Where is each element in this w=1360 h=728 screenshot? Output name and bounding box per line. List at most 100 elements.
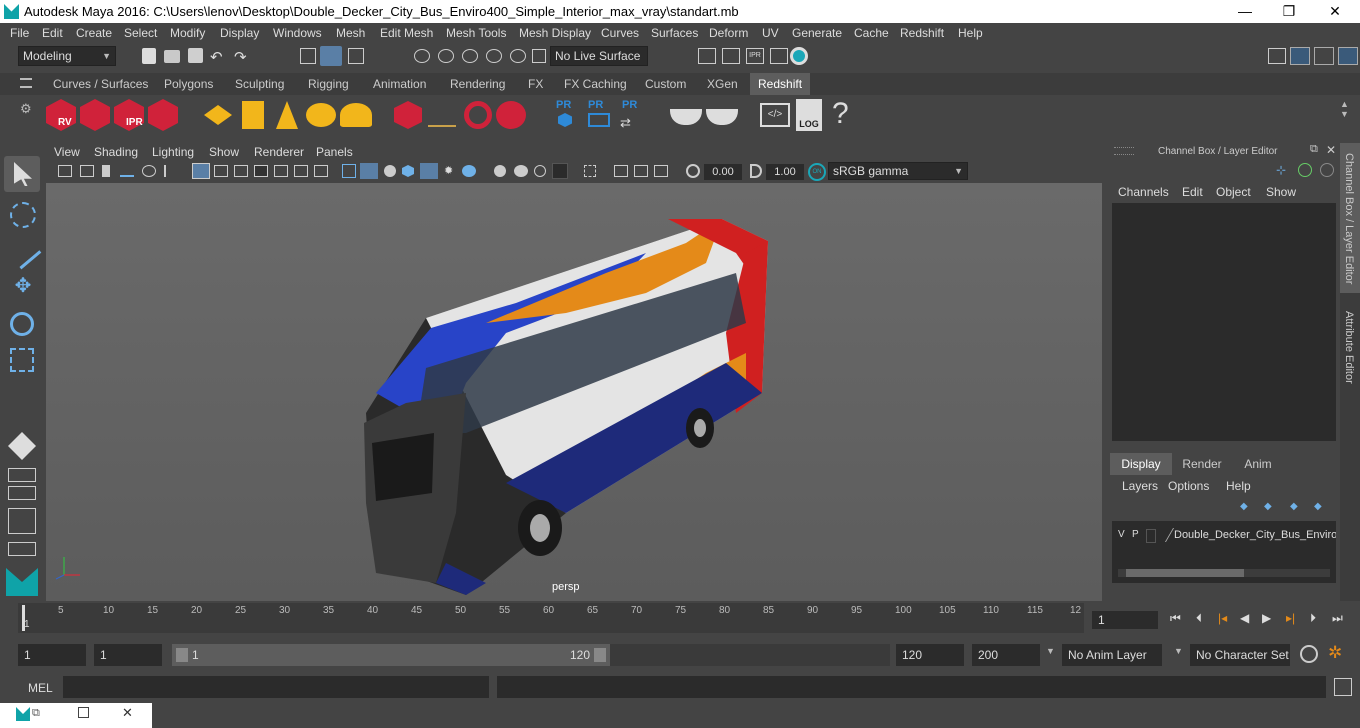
redshift-hair-icon[interactable]	[428, 109, 456, 127]
menu-display[interactable]: Display	[220, 26, 259, 40]
layer-menu-options[interactable]: Options	[1168, 479, 1209, 493]
toggle-channel-box-icon[interactable]	[1338, 47, 1358, 65]
redshift-portal-light-icon[interactable]	[242, 101, 264, 129]
select-tool-button[interactable]	[4, 156, 40, 192]
playback-end-field[interactable]: 120	[896, 644, 964, 666]
live-surface-field[interactable]: No Live Surface	[550, 46, 648, 66]
side-tab-channel-box[interactable]: Channel Box / Layer Editor	[1340, 143, 1360, 293]
manipulator-icon[interactable]: ⊹	[1276, 163, 1290, 177]
undo-icon[interactable]: ↶	[210, 48, 223, 66]
shadows-icon[interactable]: ✹	[444, 165, 456, 177]
redshift-dome-light-icon[interactable]	[306, 103, 336, 127]
playback-start-field[interactable]: 1	[94, 644, 162, 666]
shelf-tab-sculpting[interactable]: Sculpting	[227, 73, 292, 95]
new-layer-selected-icon[interactable]: ◆	[1314, 501, 1328, 512]
gamma-field[interactable]: 1.00	[766, 164, 804, 180]
layer-scrollbar-thumb[interactable]	[1126, 569, 1244, 577]
lasso-tool-icon[interactable]	[10, 202, 36, 228]
wireframe-on-shaded-icon[interactable]	[384, 165, 396, 177]
redshift-sphere-icon[interactable]	[496, 101, 526, 129]
maximize-button[interactable]: ❐	[1266, 0, 1312, 23]
layer-visibility-toggle[interactable]: V	[1118, 529, 1125, 540]
multisample-aa-icon[interactable]	[514, 165, 528, 177]
smooth-shade-icon[interactable]	[360, 163, 378, 179]
menu-redshift[interactable]: Redshift	[900, 26, 944, 40]
range-slider-start-handle[interactable]	[176, 648, 188, 662]
wireframe-icon[interactable]	[342, 164, 356, 178]
menu-windows[interactable]: Windows	[273, 26, 322, 40]
shelf-scroll-icon[interactable]: ▲ ▼	[1340, 99, 1350, 133]
toggle-attribute-editor-icon[interactable]	[1290, 47, 1310, 65]
menu-create[interactable]: Create	[76, 26, 112, 40]
layer-row[interactable]: V P Double_Decker_City_Bus_Enviro	[1116, 527, 1336, 545]
viewport-menu-lighting[interactable]: Lighting	[152, 145, 194, 159]
redshift-rectangle-light-icon[interactable]	[204, 105, 232, 125]
step-back-key-icon[interactable]: ⏴	[1196, 611, 1202, 626]
grid-icon[interactable]	[192, 163, 210, 179]
layer-tab-display[interactable]: Display	[1110, 453, 1172, 475]
redshift-proxy-icon[interactable]	[394, 101, 422, 129]
go-to-start-icon[interactable]: ⏮	[1170, 611, 1181, 626]
step-forward-frame-icon[interactable]: ▸|	[1286, 611, 1295, 625]
select-object-icon[interactable]	[320, 46, 342, 66]
viewport-menu-view[interactable]: View	[54, 145, 80, 159]
restore-window-icon[interactable]: ⧉	[32, 707, 40, 720]
shelf-tab-xgen[interactable]: XGen	[699, 73, 746, 95]
speed-icon[interactable]	[1298, 163, 1312, 177]
menu-mesh-display[interactable]: Mesh Display	[519, 26, 591, 40]
shelf-tab-fx-caching[interactable]: FX Caching	[556, 73, 635, 95]
isolate-select-icon[interactable]	[584, 165, 596, 177]
mel-label[interactable]: MEL	[28, 681, 53, 695]
channel-menu-show[interactable]: Show	[1266, 185, 1296, 199]
maximize-mini-icon[interactable]	[78, 707, 89, 718]
redo-icon[interactable]: ↷	[234, 48, 247, 66]
current-frame-field[interactable]: 1	[1092, 611, 1158, 629]
shelf-tab-curves-surfaces[interactable]: Curves / Surfaces	[45, 73, 156, 95]
four-view-layout-icon[interactable]	[8, 468, 36, 482]
script-editor-icon[interactable]	[1334, 678, 1352, 696]
command-input[interactable]	[63, 676, 489, 698]
channel-menu-channels[interactable]: Channels	[1118, 185, 1169, 199]
layer-color-swatch[interactable]	[1153, 528, 1175, 542]
use-all-lights-icon[interactable]	[420, 163, 438, 179]
safe-action-icon[interactable]	[294, 165, 308, 177]
redshift-sun-sky-icon[interactable]	[340, 103, 372, 127]
2d-pan-zoom-icon[interactable]	[142, 165, 156, 177]
animation-preferences-icon[interactable]: ✲	[1328, 643, 1342, 663]
shelf-tab-custom[interactable]: Custom	[637, 73, 694, 95]
redshift-script-icon[interactable]: </>	[760, 103, 790, 127]
menu-cache[interactable]: Cache	[854, 26, 889, 40]
close-button[interactable]: ✕	[1312, 0, 1358, 23]
pr-export-icon[interactable]	[588, 113, 610, 127]
new-layer-icon[interactable]: ◆	[1290, 501, 1304, 512]
maya-home-icon[interactable]	[6, 568, 38, 596]
exposure-icon[interactable]	[686, 164, 700, 178]
grease-pencil-icon[interactable]	[164, 165, 178, 177]
step-forward-key-icon[interactable]: ⏵	[1310, 611, 1316, 626]
graph-layout-icon[interactable]	[8, 542, 36, 556]
channel-list[interactable]	[1112, 203, 1336, 441]
animation-end-field[interactable]: 200	[972, 644, 1040, 666]
toggle-tool-settings-icon[interactable]	[1314, 47, 1334, 65]
menu-mesh[interactable]: Mesh	[336, 26, 365, 40]
help-icon[interactable]: ?	[832, 97, 849, 131]
menu-edit-mesh[interactable]: Edit Mesh	[380, 26, 433, 40]
viewport-menu-panels[interactable]: Panels	[316, 145, 353, 159]
shelf-tab-redshift[interactable]: Redshift	[750, 73, 811, 95]
time-slider[interactable]: 1 5 10 15 20 25 30 35 40 45 50 55 60 65 …	[0, 603, 1360, 637]
color-management-icon[interactable]: ON	[808, 163, 826, 181]
play-backward-icon[interactable]: ◀	[1240, 611, 1249, 625]
shelf-tab-rendering[interactable]: Rendering	[442, 73, 513, 95]
select-component-icon[interactable]	[348, 48, 364, 64]
go-to-end-icon[interactable]: ⏭	[1332, 611, 1343, 626]
color-space-selector[interactable]: sRGB gamma ▼	[828, 162, 968, 180]
redshift-log-icon[interactable]: LOG	[796, 99, 822, 131]
ipr-render-icon[interactable]: IPR	[746, 48, 764, 64]
menu-surfaces[interactable]: Surfaces	[651, 26, 698, 40]
menu-mesh-tools[interactable]: Mesh Tools	[446, 26, 506, 40]
close-panel-icon[interactable]: ✕	[1326, 143, 1336, 157]
move-layer-up-icon[interactable]: ◆	[1240, 501, 1254, 512]
range-slider-track[interactable]	[610, 644, 890, 666]
menu-select[interactable]: Select	[124, 26, 157, 40]
viewport-menu-shading[interactable]: Shading	[94, 145, 138, 159]
